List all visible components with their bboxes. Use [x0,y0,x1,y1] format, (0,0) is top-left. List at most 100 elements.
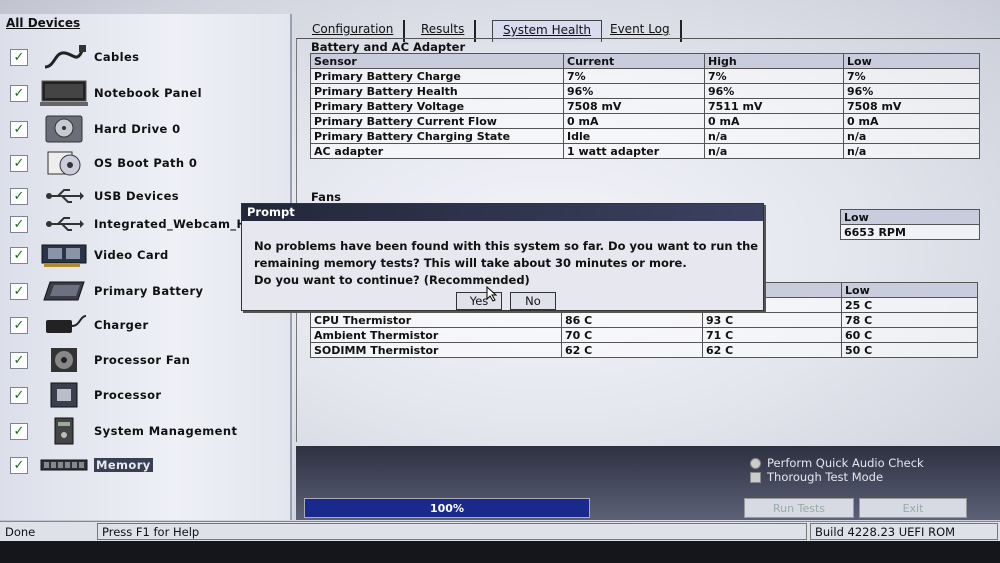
low-value: n/a [843,143,980,159]
system-management-icon [40,416,88,446]
progress-bar: 100% [304,498,590,518]
low-value: 6653 RPM [840,224,980,240]
hard-drive-icon [40,114,88,144]
table-row: 6653 RPM [840,224,980,240]
video-card-icon [40,240,88,270]
high-value: 62 C [702,342,842,358]
table-row: Primary Battery Voltage 7508 mV 7511 mV 750… [310,98,980,114]
sensor-name: Ambient Thermistor [310,327,562,343]
check-icon[interactable]: ✓ [10,282,28,300]
check-icon[interactable]: ✓ [10,84,28,102]
sensor-name: Primary Battery Health [310,83,564,99]
sensor-name: Primary Battery Charging State [310,128,564,144]
current-value: 1 watt adapter [563,143,705,159]
fans-table: Low 6653 RPM [840,209,980,240]
check-icon[interactable]: ✓ [10,422,28,440]
fans-section-title: Fans [311,190,341,204]
low-value: 96% [843,83,980,99]
thorough-test-option[interactable]: Thorough Test Mode [750,470,883,484]
table-row: Ambient Thermistor 70 C 71 C 60 C [310,327,978,343]
audio-check-option[interactable]: Perform Quick Audio Check [750,456,924,470]
low-value: 78 C [841,312,978,328]
table-header-row: Sensor Current High Low [310,53,980,69]
help-hint: Press F1 for Help [97,523,807,540]
device-item-memory[interactable]: ✓ Memory [10,450,285,480]
table-row: AC adapter 1 watt adapter n/a n/a [310,143,980,159]
check-icon[interactable]: ✓ [10,215,28,233]
device-item-charger[interactable]: ✓ Charger [10,310,285,340]
column-header: Current [563,53,705,69]
sensor-name: Primary Battery Voltage [310,98,564,114]
low-value: 50 C [841,342,978,358]
check-icon[interactable]: ✓ [10,154,28,172]
device-label-selected: Memory [94,458,153,472]
dialog-title: Prompt [242,204,763,221]
checkbox[interactable] [750,471,761,483]
diagnostics-screen: All Devices ✓ Cables ✓ Notebook Panel ✓ … [0,0,1000,563]
device-label: Processor [94,388,162,402]
check-icon[interactable]: ✓ [10,456,28,474]
check-icon[interactable]: ✓ [10,316,28,334]
check-icon[interactable]: ✓ [10,48,28,66]
device-label: USB Devices [94,189,180,203]
high-value: 96% [704,83,844,99]
dialog-message-line: No problems have been found with this sy… [254,239,759,253]
all-devices-title[interactable]: All Devices [6,16,80,30]
device-label: Hard Drive 0 [94,122,181,136]
usb-icon [40,181,88,211]
device-item-os-boot-path[interactable]: ✓ OS Boot Path 0 [10,148,285,178]
check-icon[interactable]: ✓ [10,246,28,264]
run-tests-button[interactable]: Run Tests [744,498,854,518]
sensor-name: CPU Thermistor [310,312,562,328]
notebook-panel-icon [40,78,88,108]
exit-button[interactable]: Exit [859,498,967,518]
device-label: Video Card [94,248,169,262]
device-item-processor-fan[interactable]: ✓ Processor Fan [10,345,285,375]
boot-path-icon [40,148,88,178]
device-item-processor[interactable]: ✓ Processor [10,380,285,410]
current-value: 70 C [561,327,703,343]
low-value: 25 C [841,297,978,313]
device-label: Charger [94,318,149,332]
dialog-message-line: Do you want to continue? (Recommended) [254,273,530,287]
current-value: 7% [563,68,705,84]
sensor-name: Primary Battery Current Flow [310,113,564,129]
processor-icon [40,380,88,410]
high-value: 7511 mV [704,98,844,114]
thorough-test-label: Thorough Test Mode [767,470,884,484]
no-button[interactable]: No [510,292,556,310]
high-value: n/a [704,143,844,159]
device-item-hard-drive[interactable]: ✓ Hard Drive 0 [10,114,285,144]
high-value: 7% [704,68,844,84]
current-value: Idle [563,128,705,144]
column-header: High [704,53,844,69]
prompt-dialog: Prompt No problems have been found with … [241,203,764,311]
low-value: n/a [843,128,980,144]
high-value: n/a [704,128,844,144]
column-header: Sensor [310,53,564,69]
high-value: 0 mA [704,113,844,129]
high-value: 71 C [702,327,842,343]
device-label: Cables [94,50,140,64]
audio-check-label: Perform Quick Audio Check [767,456,924,470]
sensor-name: SODIMM Thermistor [310,342,562,358]
current-value: 62 C [561,342,703,358]
device-item-notebook-panel[interactable]: ✓ Notebook Panel [10,78,285,108]
column-header: Low [840,209,980,225]
battery-table: Sensor Current High Low Primary Battery … [310,53,980,159]
dialog-message-line: remaining memory tests? This will take a… [254,256,687,270]
check-icon[interactable]: ✓ [10,120,28,138]
low-value: 7% [843,68,980,84]
device-item-cables[interactable]: ✓ Cables [10,42,285,72]
device-item-system-management[interactable]: ✓ System Management [10,416,285,446]
low-value: 60 C [841,327,978,343]
battery-icon [40,276,88,306]
mouse-cursor-icon [486,286,498,302]
table-row: CPU Thermistor 86 C 93 C 78 C [310,312,978,328]
check-icon[interactable]: ✓ [10,386,28,404]
table-header-row: Low [840,209,980,225]
check-icon[interactable]: ✓ [10,187,28,205]
radio-button[interactable] [750,457,761,469]
check-icon[interactable]: ✓ [10,351,28,369]
progress-text: 100% [430,501,464,515]
